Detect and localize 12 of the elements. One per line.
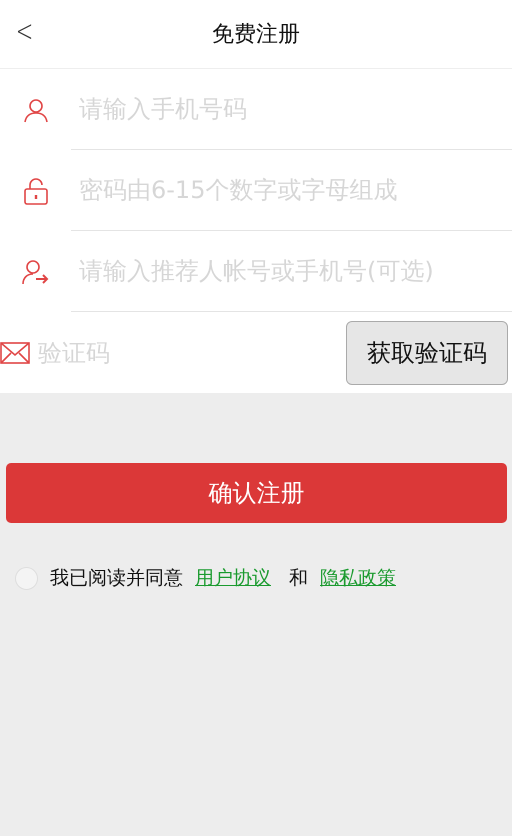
user-agreement-link[interactable]: 用户协议 xyxy=(195,565,271,591)
user-arrow-icon xyxy=(22,258,50,284)
register-button[interactable]: 确认注册 xyxy=(6,463,507,523)
lock-icon xyxy=(24,176,48,204)
privacy-policy-link[interactable]: 隐私政策 xyxy=(320,565,396,591)
page-title: 免费注册 xyxy=(212,21,300,49)
back-button[interactable]: < xyxy=(12,14,38,49)
user-icon xyxy=(22,96,48,122)
get-code-button[interactable]: 获取验证码 xyxy=(346,320,508,384)
and-text: 和 xyxy=(289,566,308,591)
agreement-text: 我已阅读并同意 xyxy=(50,566,183,591)
mail-icon xyxy=(0,342,30,364)
